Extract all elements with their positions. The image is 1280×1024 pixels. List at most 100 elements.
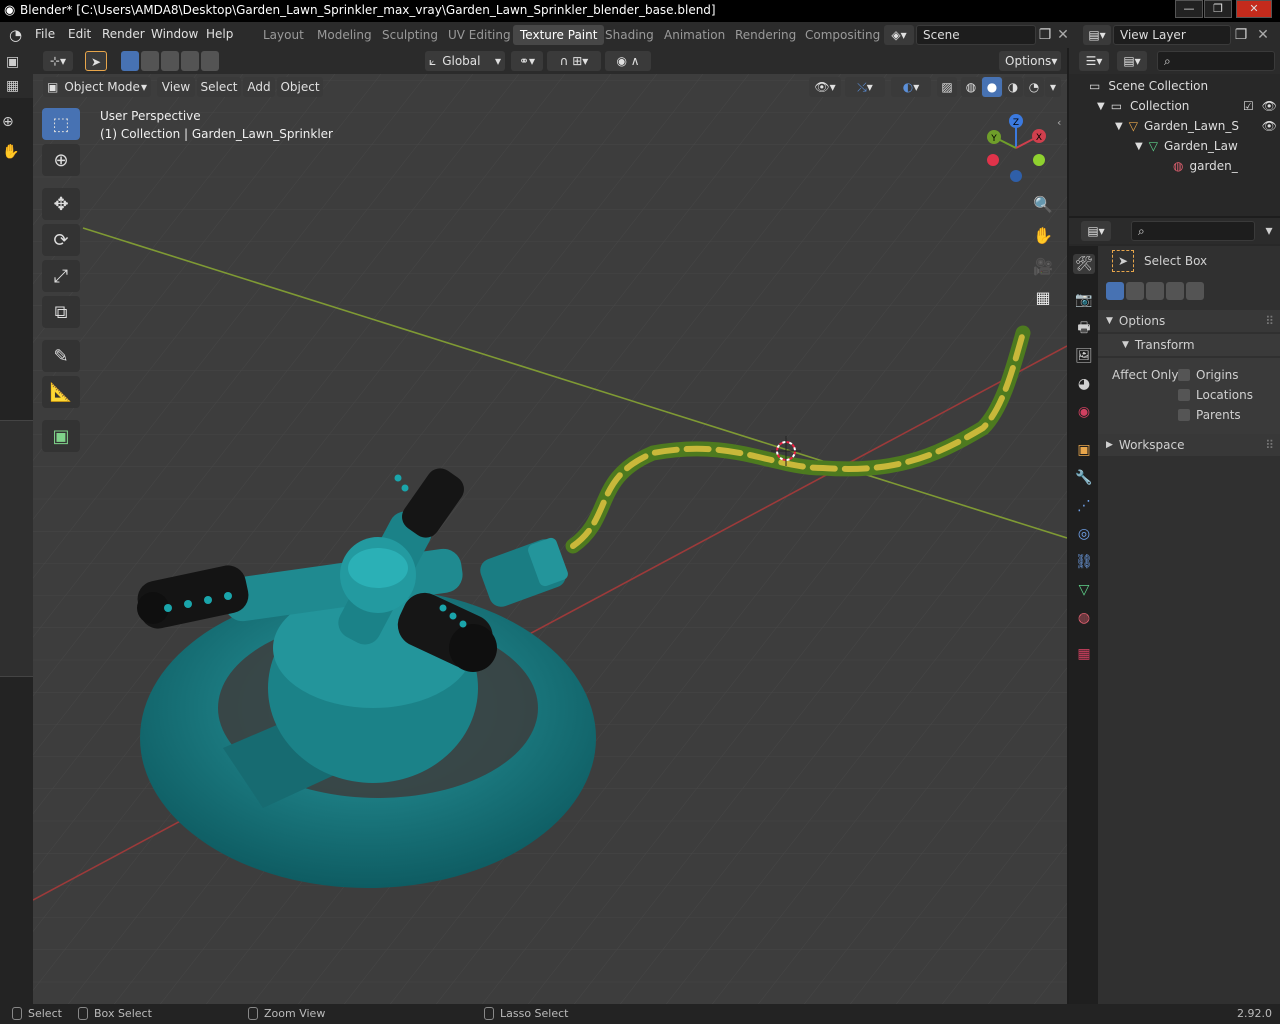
drag-handle-icon[interactable]: ⠿	[1265, 314, 1274, 328]
tab-texture-paint[interactable]: Texture Paint	[513, 25, 605, 45]
parents-checkbox[interactable]: Parents	[1178, 408, 1241, 422]
annotate-tool-icon[interactable]: ✎	[42, 340, 80, 372]
outliner-row-object[interactable]: ▼ ▽ Garden_Lawn_S 👁	[1115, 116, 1277, 136]
visibility-button[interactable]: 👁▾	[809, 77, 841, 97]
drag-handle-icon[interactable]: ⠿	[1265, 438, 1274, 452]
outliner-row-mesh[interactable]: ▼ ▽ Garden_Law	[1135, 136, 1238, 156]
zoom-view-icon[interactable]: 🔍	[1029, 190, 1057, 218]
add-cube-tool-icon[interactable]: ▣	[42, 420, 80, 452]
transform-subsection-header[interactable]: ▼ Transform	[1098, 334, 1280, 356]
tab-sculpting[interactable]: Sculpting	[375, 25, 445, 45]
particles-tab-icon[interactable]: ⋰	[1073, 496, 1095, 516]
select-extend-icon[interactable]	[141, 51, 159, 71]
output-tab-icon[interactable]: 🖶	[1073, 318, 1095, 338]
3d-viewport[interactable]: ⊹▾ ➤ ⟀ Global ▾ ⚭▾ ∩ ⊞▾ ◉ ∧ Options ▾ ▣ …	[33, 48, 1067, 1004]
select-new-icon[interactable]	[121, 51, 139, 71]
editor-type-icon[interactable]: ▣	[6, 52, 19, 72]
select-extend-icon[interactable]	[1126, 282, 1144, 300]
options-section-header[interactable]: ▼ Options ⠿	[1098, 310, 1280, 332]
tab-rendering[interactable]: Rendering	[728, 25, 803, 45]
origins-checkbox[interactable]: Origins	[1178, 368, 1239, 382]
rotate-tool-icon[interactable]: ⟳	[42, 224, 80, 256]
move-tool-icon[interactable]: ✥	[42, 188, 80, 220]
checker-icon[interactable]: ▦	[6, 76, 19, 96]
menu-window[interactable]: Window	[151, 27, 198, 41]
object-menu[interactable]: Object	[277, 77, 323, 97]
outliner-editor-type-button[interactable]: ☰▾	[1079, 51, 1109, 71]
new-view-layer-icon[interactable]: ❐	[1232, 25, 1250, 45]
shading-options-icon[interactable]: ▾	[1045, 77, 1061, 97]
select-box-tool-icon[interactable]: ⬚	[42, 108, 80, 140]
select-menu[interactable]: Select	[197, 77, 241, 97]
menu-help[interactable]: Help	[206, 27, 233, 41]
render-tab-icon[interactable]: 📷	[1073, 290, 1095, 310]
active-tool-button[interactable]: ➤	[85, 51, 107, 71]
wireframe-shading-icon[interactable]: ◍	[961, 77, 981, 97]
tool-tab-icon[interactable]: 🛠	[1073, 254, 1095, 274]
object-tab-icon[interactable]: ▣	[1073, 440, 1095, 460]
select-subtract-icon[interactable]	[161, 51, 179, 71]
new-scene-icon[interactable]: ❐	[1036, 25, 1054, 45]
tab-layout[interactable]: Layout	[256, 25, 311, 45]
options-dropdown[interactable]: Options ▾	[999, 51, 1061, 71]
cursor-tool-icon[interactable]: ⊕	[42, 144, 80, 176]
checkbox-checked-icon[interactable]: ☑	[1243, 99, 1254, 113]
xray-toggle-button[interactable]: ▨	[937, 77, 957, 97]
select-new-icon[interactable]	[1106, 282, 1124, 300]
pan-view-icon[interactable]: ✋	[1029, 221, 1057, 249]
blender-menu-icon[interactable]: ◔	[9, 26, 22, 44]
tab-uv-editing[interactable]: UV Editing	[441, 25, 518, 45]
viewport-scene[interactable]	[33, 48, 1067, 1004]
chevron-down-icon[interactable]: ▾	[1261, 221, 1277, 241]
overlays-toggle-button[interactable]: ◐▾	[891, 77, 931, 97]
transform-tool-icon[interactable]: ⧉	[42, 296, 80, 328]
view-layer-field[interactable]: View Layer	[1113, 25, 1231, 45]
view-layer-tab-icon[interactable]: 🖼	[1073, 346, 1095, 366]
object-mode-dropdown[interactable]: ▣ Object Mode ▾	[43, 77, 151, 97]
camera-view-icon[interactable]: 🎥	[1029, 252, 1057, 280]
add-menu[interactable]: Add	[243, 77, 275, 97]
maximize-button[interactable]: ❐	[1204, 0, 1232, 18]
outliner-row-scene-collection[interactable]: ▭ Scene Collection	[1089, 76, 1208, 96]
view-menu[interactable]: View	[157, 77, 195, 97]
scene-name-field[interactable]: Scene	[916, 25, 1036, 45]
close-window-button[interactable]: ✕	[1236, 0, 1272, 18]
select-subtract-icon[interactable]	[1146, 282, 1164, 300]
locations-checkbox[interactable]: Locations	[1178, 388, 1253, 402]
tab-compositing[interactable]: Compositing	[798, 25, 887, 45]
proportional-editing-button[interactable]: ◉ ∧	[605, 51, 651, 71]
editor-type-button[interactable]: ⊹▾	[43, 51, 73, 71]
outliner-row-material[interactable]: ◍ garden_	[1173, 156, 1238, 176]
measure-tool-icon[interactable]: 📐	[42, 376, 80, 408]
menu-render[interactable]: Render	[102, 27, 145, 41]
scene-tab-icon[interactable]: ◕	[1073, 374, 1095, 394]
properties-search-input[interactable]: ⌕	[1131, 221, 1255, 241]
material-preview-icon[interactable]: ◑	[1003, 77, 1023, 97]
tab-modeling[interactable]: Modeling	[310, 25, 379, 45]
world-tab-icon[interactable]: ◉	[1073, 402, 1095, 422]
tab-animation[interactable]: Animation	[657, 25, 732, 45]
menu-edit[interactable]: Edit	[68, 27, 91, 41]
scale-tool-icon[interactable]: ⤢	[42, 260, 80, 292]
zoom-icon[interactable]: ⊕	[2, 112, 14, 132]
gizmo-toggle-button[interactable]: ⤯▾	[845, 77, 885, 97]
eye-icon[interactable]: 👁	[1262, 119, 1277, 133]
outliner-search-input[interactable]: ⌕	[1157, 51, 1275, 71]
navigation-gizmo[interactable]: Z X Y	[981, 113, 1051, 183]
material-tab-icon[interactable]: ◍	[1073, 608, 1095, 628]
properties-editor-type-button[interactable]: ▤▾	[1081, 221, 1111, 241]
perspective-toggle-icon[interactable]: ▦	[1029, 283, 1057, 311]
solid-shading-icon[interactable]: ●	[982, 77, 1002, 97]
mesh-data-tab-icon[interactable]: ▽	[1073, 580, 1095, 600]
select-invert-icon[interactable]	[181, 51, 199, 71]
hand-pan-icon[interactable]: ✋	[2, 142, 19, 162]
snapping-button[interactable]: ∩ ⊞▾	[547, 51, 601, 71]
display-mode-button[interactable]: ▤▾	[1117, 51, 1147, 71]
sidebar-toggle-icon[interactable]: ‹	[1057, 116, 1061, 129]
modifier-tab-icon[interactable]: 🔧	[1073, 468, 1095, 488]
minimize-button[interactable]: —	[1175, 0, 1203, 18]
select-intersect-icon[interactable]	[201, 51, 219, 71]
tab-shading[interactable]: Shading	[598, 25, 661, 45]
texture-tab-icon[interactable]: ▦	[1073, 644, 1095, 664]
eye-icon[interactable]: 👁	[1262, 99, 1277, 113]
